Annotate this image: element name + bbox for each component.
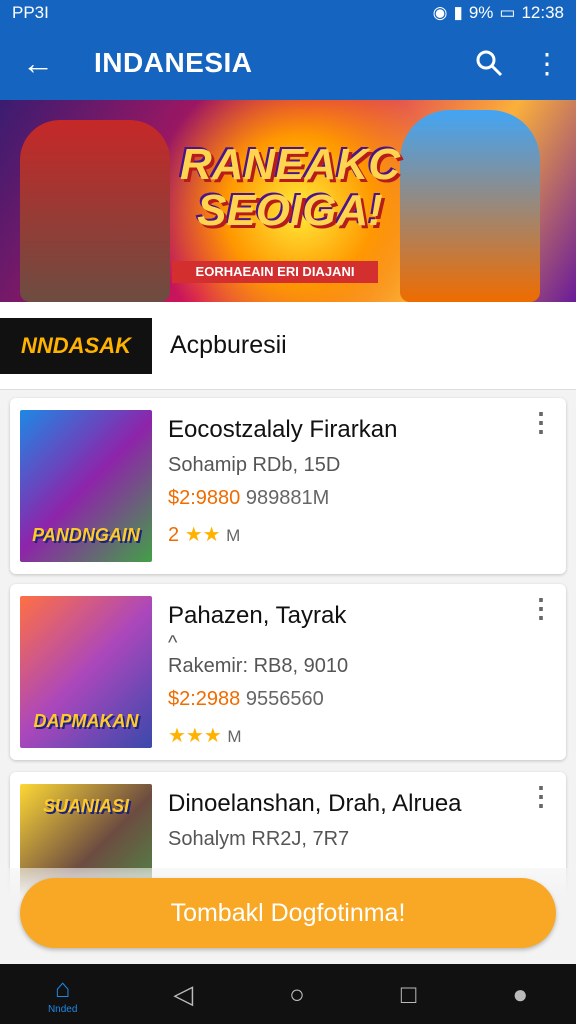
item-price: $2:9880 bbox=[168, 487, 241, 509]
wifi-icon: ◉ bbox=[432, 3, 448, 22]
home-tab-label: Nnded bbox=[47, 1004, 78, 1015]
item-rating: 2 ★★ M bbox=[168, 522, 526, 547]
star-icon: ★★★ bbox=[168, 725, 222, 747]
list-item[interactable]: DAPMAKAN Pahazen, Tayrak ^ Rakemir: RB8,… bbox=[10, 584, 566, 760]
cta-container: Tombakl Dogfotinma! bbox=[0, 868, 576, 964]
thumbnail-caption: PANDNGAIN bbox=[32, 525, 140, 545]
clock: 12:38 bbox=[521, 3, 564, 22]
nav-back-icon[interactable]: ◁ bbox=[173, 979, 193, 1010]
item-more-icon[interactable]: ⋮ bbox=[526, 595, 556, 748]
item-name: Pahazen, Tayrak bbox=[168, 602, 347, 629]
item-rating: ★★★ M bbox=[168, 723, 526, 748]
banner-headline-line1: RANEAKC bbox=[180, 140, 400, 189]
section-title: Acpburesii bbox=[170, 331, 287, 359]
banner-tagline: EORHAEAIN ERI DIAJANI bbox=[172, 261, 378, 283]
battery-text: 9% bbox=[468, 3, 494, 22]
home-tab[interactable]: ⌂ Nnded bbox=[48, 973, 77, 1015]
rating-suffix: M bbox=[227, 727, 242, 746]
search-icon[interactable] bbox=[460, 49, 518, 77]
item-info: Pahazen, Tayrak ^ Rakemir: RB8, 9010 $2:… bbox=[152, 596, 526, 748]
item-count: 9556560 bbox=[245, 688, 324, 710]
section-header: NNDASAK Acpburesii bbox=[0, 302, 576, 390]
game-thumbnail: DAPMAKAN bbox=[20, 596, 152, 748]
star-icon: ★★ bbox=[184, 524, 221, 546]
item-subtitle: Sohalym RR2J, 7R7 bbox=[168, 828, 350, 850]
thumbnail-caption: DAPMAKAN bbox=[33, 711, 139, 731]
item-price-row: $2:2988 9556560 bbox=[168, 688, 526, 711]
rating-number: 2 bbox=[168, 524, 180, 546]
section-logo: NNDASAK bbox=[0, 317, 152, 374]
system-nav-bar: ⌂ Nnded ◁ ○ □ ● bbox=[0, 964, 576, 1024]
banner-headline-line2: SEOIGA! bbox=[197, 186, 383, 235]
banner-hero-left-image bbox=[20, 120, 170, 302]
item-more-icon[interactable]: ⋮ bbox=[526, 409, 556, 562]
app-bar: ← INDANESIA ⋮ bbox=[0, 26, 576, 100]
thumbnail-caption: SUANIASI bbox=[42, 796, 129, 816]
nav-home-circle-icon[interactable]: ○ bbox=[289, 979, 305, 1010]
status-bar: PP3I ◉ ▮ 9% ▭ 12:38 bbox=[0, 0, 576, 26]
signal-icon: ▮ bbox=[453, 3, 463, 22]
back-arrow-icon[interactable]: ← bbox=[0, 45, 76, 82]
item-price-row: $2:9880 989881M bbox=[168, 487, 526, 510]
rating-suffix: M bbox=[226, 526, 241, 545]
list-item[interactable]: PANDNGAIN Eocostzalaly Firarkan Sohamip … bbox=[10, 398, 566, 574]
battery-icon: ▭ bbox=[499, 3, 516, 22]
home-icon: ⌂ bbox=[54, 973, 71, 1003]
item-subtitle: Rakemir: RB8, 9010 bbox=[168, 655, 349, 677]
cta-button[interactable]: Tombakl Dogfotinma! bbox=[20, 878, 556, 948]
item-subtitle-mark: ^ bbox=[168, 632, 178, 654]
nav-recents-icon[interactable]: □ bbox=[401, 979, 417, 1010]
page-title: INDANESIA bbox=[94, 47, 253, 78]
status-icons: ◉ ▮ 9% ▭ 12:38 bbox=[433, 3, 564, 23]
item-info: Eocostzalaly Firarkan Sohamip RDb, 15D $… bbox=[152, 410, 526, 562]
item-price: $2:2988 bbox=[168, 688, 241, 710]
game-thumbnail: PANDNGAIN bbox=[20, 410, 152, 562]
banner-headline: RANEAKC SEOIGA! bbox=[160, 142, 420, 234]
item-subtitle: Sohamip RDb, 15D bbox=[168, 454, 341, 476]
more-vertical-icon[interactable]: ⋮ bbox=[518, 47, 576, 80]
item-name: Eocostzalaly Firarkan bbox=[168, 416, 398, 443]
item-name: Dinoelanshan, Drah, Alruea bbox=[168, 790, 462, 817]
promo-banner[interactable]: RANEAKC SEOIGA! EORHAEAIN ERI DIAJANI bbox=[0, 100, 576, 302]
banner-hero-right-image bbox=[400, 110, 540, 302]
profile-icon[interactable]: ● bbox=[512, 979, 528, 1010]
item-count: 989881M bbox=[245, 487, 330, 509]
status-left-text: PP3I bbox=[12, 3, 49, 22]
